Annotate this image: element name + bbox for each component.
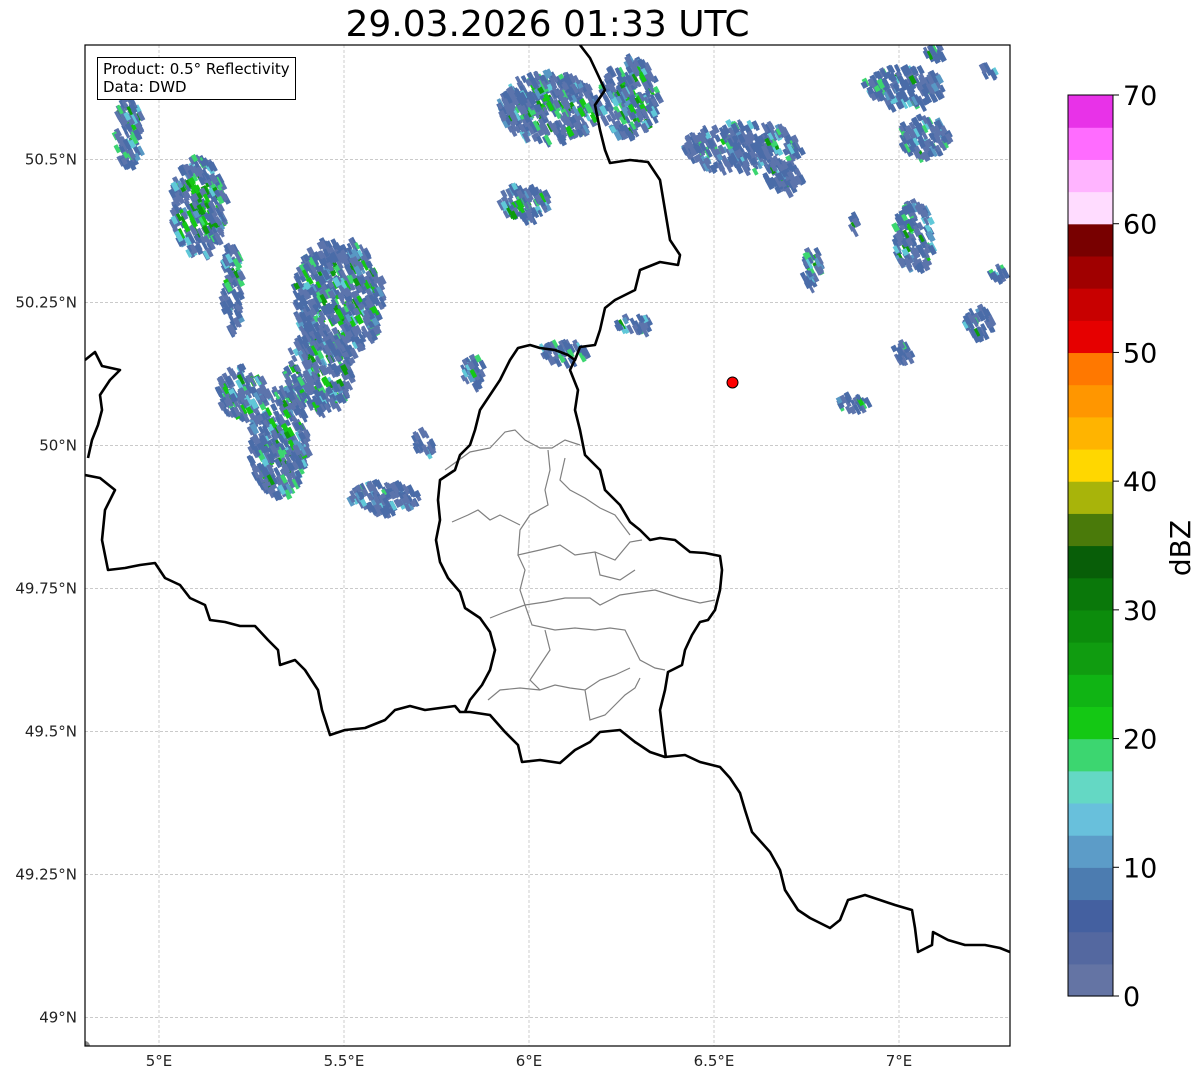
colorbar-tick-label: 40 bbox=[1123, 467, 1157, 498]
colorbar-tick-label: 0 bbox=[1123, 982, 1140, 1013]
colorbar-band bbox=[1068, 835, 1113, 868]
product-info-box: Product: 0.5° Reflectivity Data: DWD bbox=[97, 57, 296, 100]
colorbar-tick-label: 20 bbox=[1123, 725, 1157, 756]
colorbar-band bbox=[1068, 577, 1113, 611]
colorbar-band bbox=[1068, 448, 1113, 482]
colorbar-band bbox=[1068, 191, 1113, 225]
colorbar-band bbox=[1068, 384, 1113, 418]
colorbar-band bbox=[1068, 127, 1113, 160]
colorbar-band bbox=[1068, 95, 1113, 128]
colorbar-band bbox=[1068, 642, 1113, 675]
lon-tick-label: 5°E bbox=[146, 1052, 173, 1070]
colorbar-band bbox=[1068, 674, 1113, 707]
colorbar: 0 10 20 30 40 50 60 70 dBZ bbox=[1067, 81, 1197, 1013]
colorbar-band bbox=[1068, 706, 1113, 740]
colorbar-band bbox=[1068, 223, 1113, 257]
colorbar-band bbox=[1068, 320, 1113, 354]
lon-tick-label: 7°E bbox=[886, 1052, 913, 1070]
colorbar-band bbox=[1068, 738, 1113, 772]
lon-tick-label: 6.5°E bbox=[694, 1052, 735, 1070]
lat-tick-label: 50.25°N bbox=[15, 293, 77, 311]
radar-map-figure: 29.03.2026 01:33 UTC 5°E 5.5°E 6°E 6.5°E 7°E… bbox=[0, 0, 1202, 1081]
product-text: Product: 0.5° Reflectivity bbox=[103, 60, 290, 78]
colorbar-band bbox=[1068, 802, 1113, 836]
colorbar-tick-label: 10 bbox=[1123, 853, 1157, 884]
colorbar-band bbox=[1068, 545, 1113, 579]
lat-tick-label: 49°N bbox=[39, 1008, 77, 1026]
colorbar-band bbox=[1068, 416, 1113, 450]
echo-pixel bbox=[514, 75, 522, 85]
lon-tick-label: 5.5°E bbox=[324, 1052, 365, 1070]
colorbar-tick-label: 70 bbox=[1123, 81, 1157, 112]
reflectivity-echoes bbox=[111, 45, 1010, 519]
colorbar-band bbox=[1068, 513, 1113, 547]
colorbar-band bbox=[1068, 481, 1113, 514]
colorbar-band bbox=[1068, 288, 1113, 321]
colorbar-band bbox=[1068, 159, 1113, 193]
colorbar-band bbox=[1068, 867, 1113, 901]
colorbar-ticks: 0 10 20 30 40 50 60 70 bbox=[1113, 81, 1157, 1013]
map-canvas: 5°E 5.5°E 6°E 6.5°E 7°E 50.5°N 50.25°N 50°N 49.7… bbox=[15, 44, 1197, 1070]
lat-tick-label: 50.5°N bbox=[25, 150, 77, 168]
colorbar-label: dBZ bbox=[1164, 520, 1197, 576]
colorbar-band bbox=[1068, 609, 1113, 643]
colorbar-band bbox=[1068, 963, 1113, 997]
colorbar-tick-label: 60 bbox=[1123, 210, 1157, 241]
echo-pixel bbox=[287, 347, 295, 356]
colorbar-band bbox=[1068, 899, 1113, 933]
colorbar-band bbox=[1068, 255, 1113, 289]
lat-tick-label: 49.5°N bbox=[25, 722, 77, 740]
lat-tick-label: 49.75°N bbox=[15, 579, 77, 597]
data-source-text: Data: DWD bbox=[103, 78, 187, 96]
colorbar-band bbox=[1068, 931, 1113, 965]
colorbar-tick-label: 50 bbox=[1123, 338, 1157, 369]
radar-site-marker bbox=[726, 376, 739, 389]
lon-tick-label: 6°E bbox=[516, 1052, 543, 1070]
colorbar-band bbox=[1068, 770, 1113, 804]
lat-tick-label: 50°N bbox=[39, 436, 77, 454]
colorbar-tick-label: 30 bbox=[1123, 596, 1157, 627]
lat-tick-label: 49.25°N bbox=[15, 865, 77, 883]
colorbar-band bbox=[1068, 352, 1113, 386]
axis-labels: 5°E 5.5°E 6°E 6.5°E 7°E 50.5°N 50.25°N 50°N 49.7… bbox=[15, 150, 912, 1070]
colorbar-bands bbox=[1068, 95, 1113, 997]
